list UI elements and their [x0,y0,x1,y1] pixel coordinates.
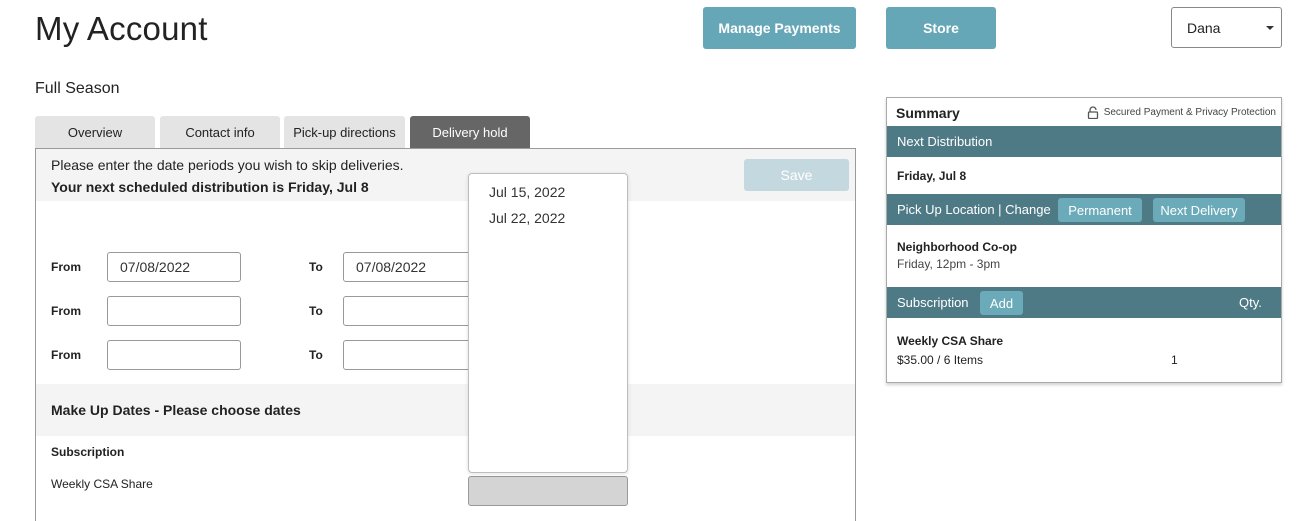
save-button[interactable]: Save [744,159,849,191]
manage-payments-button[interactable]: Manage Payments [703,7,856,49]
from-date-input[interactable] [107,340,241,370]
makeup-date-select[interactable] [468,476,628,506]
subscription-item: Weekly CSA Share [51,477,153,491]
summary-title: Summary [896,105,960,121]
from-label: From [51,304,81,318]
hold-instruction: Please enter the date periods you wish t… [51,157,404,173]
to-label: To [309,304,323,318]
hold-notice: Please enter the date periods you wish t… [36,149,855,201]
tab-overview[interactable]: Overview [35,116,155,148]
secure-text: Secured Payment & Privacy Protection [1103,107,1276,118]
secure-payment-note: Secured Payment & Privacy Protection [1087,106,1276,119]
subscription-label: Subscription [897,295,969,310]
from-date-input[interactable]: 07/08/2022 [107,252,241,282]
makeup-title: Make Up Dates - Please choose dates [51,402,301,418]
makeup-date-dropdown: Jul 15, 2022 Jul 22, 2022 [468,173,628,473]
permanent-button[interactable]: Permanent [1058,198,1142,222]
next-distribution-note: Your next scheduled distribution is Frid… [51,179,369,195]
location-name: Neighborhood Co-op [897,240,1017,254]
summary-card: Summary Secured Payment & Privacy Protec… [886,97,1282,383]
summary-item-price: $35.00 / 6 Items [897,353,984,367]
summary-item-qty: 1 [1171,353,1178,367]
to-date-input[interactable] [343,296,477,326]
dropdown-option[interactable]: Jul 15, 2022 [489,184,565,200]
season-label: Full Season [35,80,120,97]
next-delivery-button[interactable]: Next Delivery [1153,198,1245,222]
caret-down-icon [1266,26,1274,30]
to-date-input[interactable]: 07/08/2022 [343,252,477,282]
tab-delivery-hold[interactable]: Delivery hold [410,116,530,148]
lock-icon [1087,106,1098,119]
to-label: To [309,348,323,362]
subscription-heading: Subscription [51,445,125,459]
store-button[interactable]: Store [886,7,996,49]
tab-contact-info[interactable]: Contact info [160,116,280,148]
to-date-input[interactable] [343,340,477,370]
from-date-input[interactable] [107,296,241,326]
page-title: My Account [35,10,208,47]
qty-label: Qty. [1239,295,1262,310]
next-distribution-value: Friday, Jul 8 [897,169,967,183]
dropdown-option[interactable]: Jul 22, 2022 [489,210,565,226]
from-label: From [51,348,81,362]
add-subscription-button[interactable]: Add [980,291,1023,315]
user-select-value: Dana [1187,19,1221,36]
tab-pickup-directions[interactable]: Pick-up directions [284,116,405,148]
pickup-location-bar: Pick Up Location | Change Permanent Next… [887,194,1281,225]
location-hours: Friday, 12pm - 3pm [897,257,1001,271]
next-distribution-bar: Next Distribution [887,126,1281,157]
to-label: To [309,260,323,274]
delivery-hold-panel: Please enter the date periods you wish t… [35,148,856,521]
summary-item-name: Weekly CSA Share [897,334,1004,348]
from-label: From [51,260,81,274]
user-select[interactable]: Dana [1171,7,1282,48]
subscription-bar: Subscription Add Qty. [887,287,1281,318]
makeup-section-header: Make Up Dates - Please choose dates [36,384,855,436]
next-distribution-label: Next Distribution [897,134,993,149]
pickup-location-label[interactable]: Pick Up Location | Change [897,202,1051,217]
